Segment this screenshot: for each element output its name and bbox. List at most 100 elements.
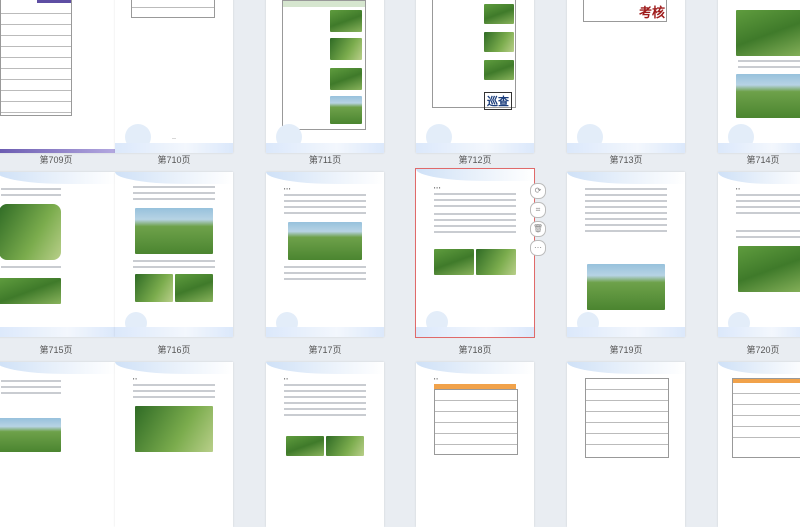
page-thumb-722[interactable]: ▪ ▪ bbox=[115, 362, 233, 527]
page-number: — bbox=[172, 135, 176, 140]
text-line bbox=[1, 188, 61, 190]
text-line bbox=[434, 205, 516, 207]
lawn-photo bbox=[736, 10, 800, 56]
text-line bbox=[133, 260, 215, 262]
text-line bbox=[434, 231, 516, 233]
lawn-photo bbox=[484, 60, 514, 80]
lawn-photo bbox=[434, 249, 474, 275]
page-label: 第717页 bbox=[308, 345, 342, 355]
stamp-kaohe: 考核 bbox=[639, 5, 666, 20]
text-line bbox=[284, 278, 366, 280]
text-line bbox=[284, 414, 366, 416]
page-thumb-713[interactable]: 考核 bbox=[567, 0, 685, 153]
text-line bbox=[434, 225, 516, 227]
text-line bbox=[738, 66, 800, 68]
text-line bbox=[284, 206, 366, 208]
lawn-photo bbox=[330, 68, 362, 90]
text-line bbox=[284, 200, 366, 202]
page-label: 第711页 bbox=[308, 155, 342, 165]
page-thumb-723[interactable]: ▪ ▪ bbox=[266, 362, 384, 527]
lawn-photo bbox=[484, 32, 514, 52]
page-label: 第713页 bbox=[609, 155, 643, 165]
text-line bbox=[585, 218, 667, 220]
text-line bbox=[585, 230, 667, 232]
lawn-photo bbox=[288, 222, 362, 260]
text-line bbox=[284, 390, 366, 392]
page-thumb-716[interactable] bbox=[115, 172, 233, 337]
lawn-photo bbox=[476, 249, 516, 275]
text-line bbox=[585, 200, 667, 202]
text-line bbox=[585, 194, 667, 196]
page-thumb-721[interactable] bbox=[0, 362, 115, 527]
lawn-photo bbox=[330, 96, 362, 124]
page-table bbox=[131, 0, 215, 18]
page-label: 第718页 bbox=[458, 345, 492, 355]
text-line bbox=[284, 396, 366, 398]
text-line bbox=[585, 212, 667, 214]
page-thumb-709[interactable] bbox=[0, 0, 115, 153]
section-heading: ▪ ▪ bbox=[736, 186, 740, 191]
rotate-icon[interactable]: ⟳ bbox=[530, 183, 546, 199]
page-table bbox=[0, 0, 72, 116]
text-line bbox=[1, 266, 61, 268]
page-table bbox=[434, 389, 518, 455]
lawn-photo bbox=[736, 74, 800, 118]
page-label: 第715页 bbox=[39, 345, 73, 355]
page-thumb-714[interactable] bbox=[718, 0, 800, 153]
lawn-photo bbox=[175, 274, 213, 302]
text-line bbox=[1, 380, 61, 382]
page-label: 第714页 bbox=[746, 155, 780, 165]
page-thumb-718[interactable]: ▪ ▪ ▪ bbox=[415, 168, 535, 338]
text-line bbox=[284, 384, 366, 386]
text-line bbox=[1, 392, 61, 394]
crop-icon[interactable]: ⌗ bbox=[530, 202, 546, 218]
lawn-photo bbox=[738, 246, 800, 292]
text-line bbox=[284, 272, 366, 274]
section-heading: ▪ ▪ ▪ bbox=[434, 185, 441, 190]
page-label: 第716页 bbox=[157, 345, 191, 355]
page-label: 第712页 bbox=[458, 155, 492, 165]
page-thumb-725[interactable] bbox=[567, 362, 685, 527]
page-thumb-720[interactable]: ▪ ▪ bbox=[718, 172, 800, 337]
page-thumb-726[interactable] bbox=[718, 362, 800, 527]
section-heading: ▪ ▪ bbox=[133, 376, 137, 381]
text-line bbox=[736, 200, 800, 202]
text-line bbox=[133, 192, 215, 194]
more-icon[interactable]: ⋯ bbox=[530, 240, 546, 256]
text-line bbox=[738, 60, 800, 62]
page-thumb-715[interactable] bbox=[0, 172, 115, 337]
lawn-photo bbox=[330, 38, 362, 60]
text-line bbox=[434, 193, 516, 195]
lawn-photo bbox=[135, 274, 173, 302]
text-line bbox=[133, 396, 215, 398]
text-line bbox=[585, 188, 667, 190]
lawn-photo bbox=[286, 436, 324, 456]
text-line bbox=[284, 402, 366, 404]
text-line bbox=[585, 224, 667, 226]
page-table bbox=[732, 378, 800, 458]
page-thumb-724[interactable]: ▪ ▪ bbox=[416, 362, 534, 527]
stamp-xuncha: 巡查 bbox=[484, 92, 512, 110]
page-table bbox=[585, 378, 669, 458]
page-thumb-717[interactable]: ▪ ▪ ▪ bbox=[266, 172, 384, 337]
delete-icon[interactable]: 🗑 bbox=[530, 221, 546, 237]
text-line bbox=[284, 266, 366, 268]
text-line bbox=[133, 390, 215, 392]
text-line bbox=[736, 236, 800, 238]
page-thumb-712[interactable]: 巡查 bbox=[416, 0, 534, 153]
text-line bbox=[585, 206, 667, 208]
page-thumb-710[interactable]: — bbox=[115, 0, 233, 153]
text-line bbox=[1, 194, 61, 196]
text-line bbox=[1, 386, 61, 388]
lawn-photo bbox=[330, 10, 362, 32]
text-line bbox=[434, 199, 516, 201]
page-thumb-711[interactable] bbox=[266, 0, 384, 153]
section-heading: ▪ ▪ bbox=[284, 376, 288, 381]
gardener-photo bbox=[0, 418, 61, 452]
text-line bbox=[434, 219, 516, 221]
page-label: 第709页 bbox=[39, 155, 73, 165]
lawn-photo bbox=[484, 4, 514, 24]
page-label: 第720页 bbox=[746, 345, 780, 355]
text-line bbox=[736, 194, 800, 196]
page-thumb-719[interactable] bbox=[567, 172, 685, 337]
